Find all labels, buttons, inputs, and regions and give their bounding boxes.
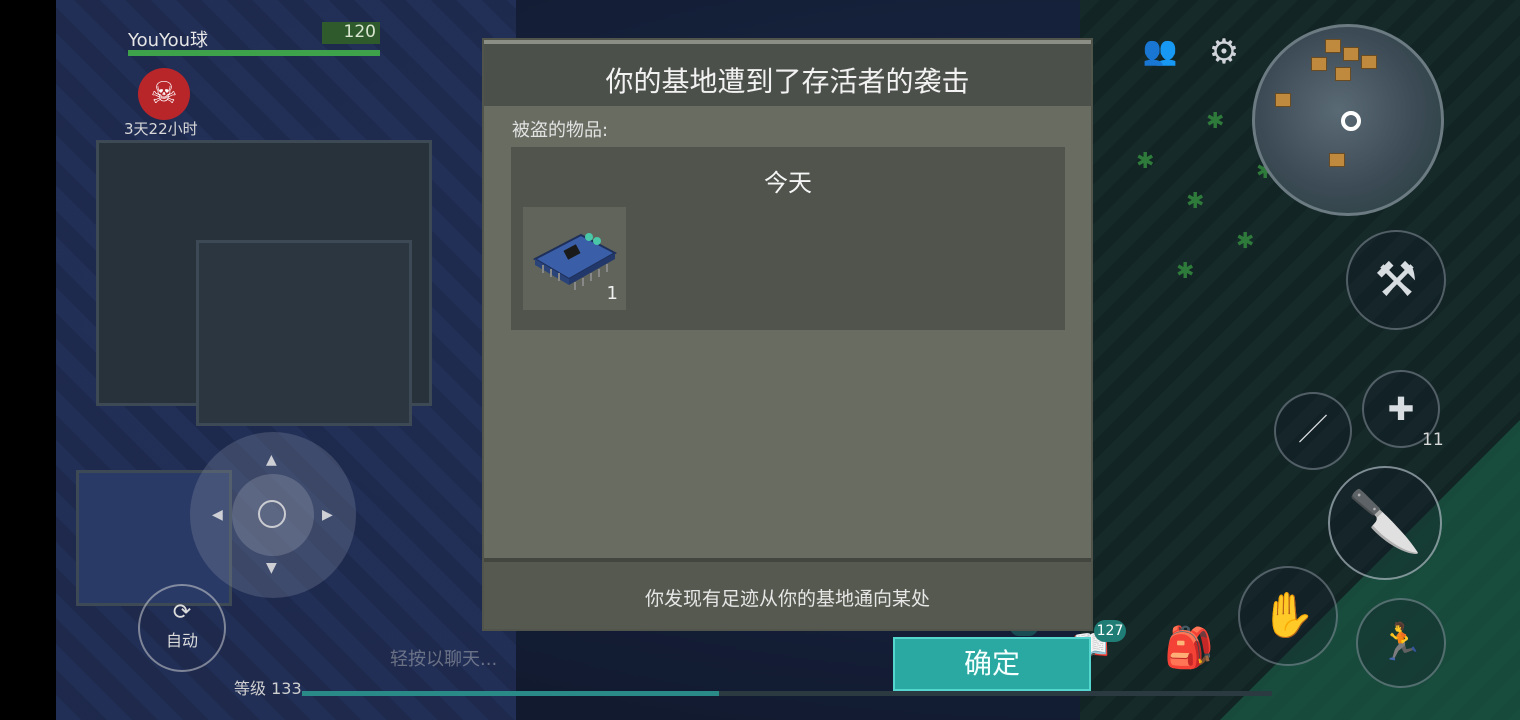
dialog-title: 你的基地遭到了存活者的袭击: [605, 65, 970, 98]
plant-icon: ✱: [1176, 259, 1195, 284]
generator-structure: [196, 240, 412, 426]
backpack-icon[interactable]: 🎒: [1164, 624, 1214, 676]
friends-icon[interactable]: 👥: [1140, 34, 1180, 68]
medkit-icon: ✚: [1387, 390, 1415, 428]
chat-input[interactable]: 轻按以聊天...: [390, 645, 890, 671]
raid-dialog: 你的基地遭到了存活者的袭击 被盗的物品: 今天 1 你发现有足迹从你的基地通向某…: [484, 40, 1091, 629]
hp-bar: [128, 50, 380, 56]
raid-timer: 3天22小时: [124, 120, 198, 138]
level-label: 等级 133: [234, 679, 302, 698]
joystick-left-icon: ◀: [212, 507, 223, 523]
craft-button[interactable]: ⚒: [1346, 230, 1446, 330]
stolen-items-panel: 今天 1: [511, 147, 1065, 330]
map-badge: 127: [1094, 620, 1126, 642]
skull-icon[interactable]: ☠: [138, 68, 190, 120]
rifle-slot[interactable]: ／: [1274, 392, 1352, 470]
minimap-box-icon: [1329, 153, 1345, 167]
confirm-button[interactable]: 确定: [893, 637, 1091, 691]
minimap-player-marker: [1341, 111, 1361, 131]
minimap-box-icon: [1343, 47, 1359, 61]
stolen-items-label: 被盗的物品:: [512, 120, 609, 141]
auto-label: 自动: [165, 631, 198, 650]
dialog-header: 你的基地遭到了存活者的袭击: [484, 40, 1091, 106]
plant-icon: ✱: [1186, 189, 1205, 214]
hp-value: 120: [322, 22, 380, 44]
hand-icon: ✋: [1260, 590, 1316, 641]
refresh-icon: ⟳: [172, 600, 192, 625]
day-label: 今天: [764, 169, 812, 197]
joystick-center-icon: [258, 500, 286, 528]
stolen-item-slot[interactable]: 1: [523, 207, 626, 310]
footer-message: 你发现有足迹从你的基地通向某处: [644, 588, 930, 610]
minimap-box-icon: [1275, 93, 1291, 107]
minimap[interactable]: [1252, 24, 1444, 216]
plant-icon: ✱: [1206, 109, 1225, 134]
auto-button[interactable]: ⟳ 自动: [138, 584, 226, 672]
plant-icon: ✱: [1236, 229, 1255, 254]
xp-bar-fill: [302, 691, 720, 696]
minimap-box-icon: [1325, 39, 1341, 53]
crouch-button[interactable]: 🏃: [1356, 598, 1446, 688]
minimap-box-icon: [1361, 55, 1377, 69]
dialog-footer: 你发现有足迹从你的基地通向某处: [484, 558, 1091, 629]
player-name: YouYou球: [128, 30, 209, 51]
rifle-icon: ／: [1298, 413, 1328, 448]
joystick-up-icon: ▲: [266, 452, 277, 468]
minimap-box-icon: [1311, 57, 1327, 71]
joystick-right-icon: ▶: [322, 507, 333, 523]
cleaver-icon: 🔪: [1347, 487, 1423, 557]
crouch-icon: 🏃: [1378, 622, 1424, 663]
item-quantity: 1: [606, 283, 618, 304]
gear-icon[interactable]: ⚙: [1204, 32, 1244, 72]
minimap-box-icon: [1335, 67, 1351, 81]
interact-button[interactable]: ✋: [1238, 566, 1338, 666]
attack-button[interactable]: 🔪: [1328, 466, 1442, 580]
hammer-saw-icon: ⚒: [1374, 252, 1418, 308]
joystick-down-icon: ▼: [266, 560, 277, 576]
medkit-count: 11: [1422, 430, 1444, 450]
plant-icon: ✱: [1136, 149, 1155, 174]
